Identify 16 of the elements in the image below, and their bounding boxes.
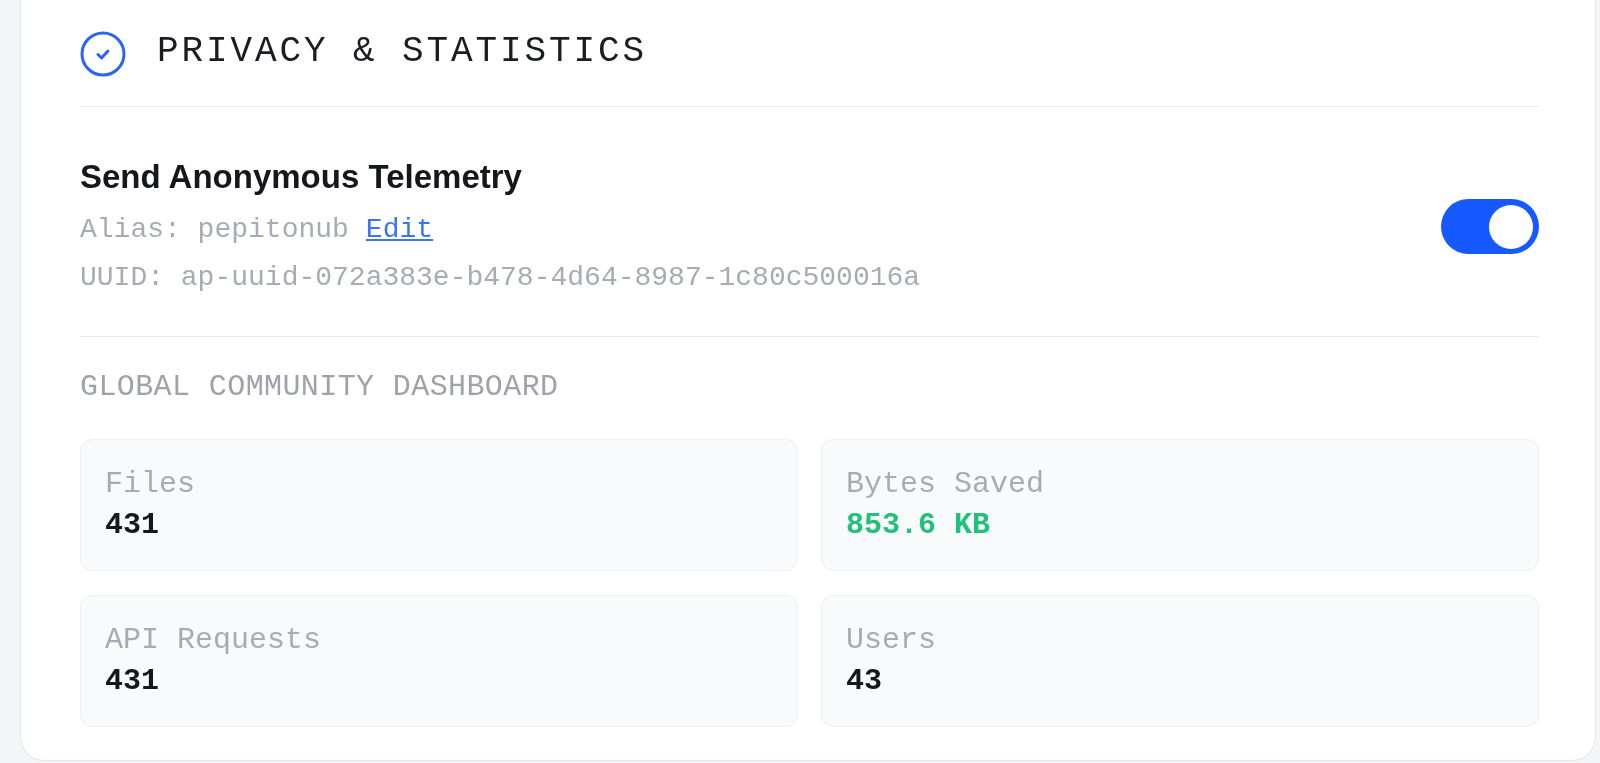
stat-label: Files (105, 466, 196, 502)
stat-value: 431 (105, 663, 160, 699)
stat-label: API Requests (105, 622, 323, 658)
stat-label: Bytes Saved (846, 466, 1046, 502)
setting-title: Send Anonymous Telemetry (80, 157, 523, 197)
stat-label: Users (846, 622, 937, 658)
dashboard-title: GLOBAL COMMUNITY DASHBOARD (80, 369, 560, 405)
alias-text: Alias: pepitonub (80, 214, 349, 245)
stat-value: 43 (846, 663, 883, 699)
section-title: PRIVACY & STATISTICS (157, 30, 648, 74)
toggle-switch[interactable] (1441, 199, 1539, 254)
uuid-text: UUID: ap-uuid-072a383e-b478-4d64-8987-1c80c500016a (80, 261, 921, 295)
stat-value: 431 (105, 507, 160, 543)
check-circle-icon (80, 31, 126, 77)
edit-link[interactable]: Edit (365, 214, 434, 245)
stat-value: 853.6 KB (846, 507, 992, 543)
